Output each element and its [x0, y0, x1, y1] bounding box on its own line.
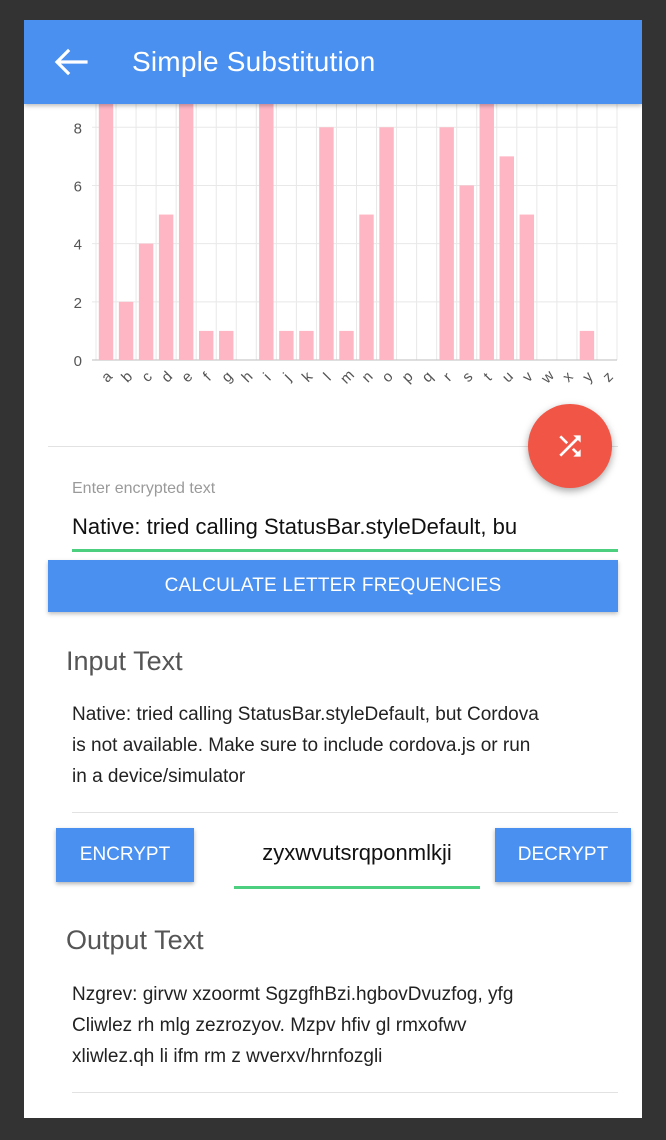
chart-bar: [359, 214, 374, 360]
chart-x-tick-label: r: [440, 369, 456, 385]
encrypted-text-input[interactable]: [72, 510, 548, 544]
output-divider: [72, 1092, 618, 1093]
chart-x-tick-label: h: [238, 368, 256, 386]
chart-bar: [579, 330, 595, 360]
calculate-frequencies-button[interactable]: CALCULATE LETTER FREQUENCIES: [48, 560, 618, 612]
chart-x-tick-label: f: [200, 369, 216, 385]
shuffle-button[interactable]: [528, 404, 612, 488]
output-text-line: Cliwlez rh mlg zezrozyov. Mzpv hfiv gl r…: [72, 1015, 467, 1036]
chart-y-tick-label: 4: [74, 237, 82, 254]
chart-x-tick-label: t: [480, 369, 496, 385]
chart-x-tick-label: l: [320, 370, 334, 384]
chart-x-tick-label: n: [359, 368, 377, 386]
chart-bar: [158, 214, 174, 360]
key-input-underline: [234, 886, 480, 889]
chart-bar: [319, 127, 334, 360]
chart-bar: [259, 104, 274, 360]
shuffle-icon: [559, 435, 581, 457]
input-text-line: is not available. Make sure to include c…: [72, 735, 531, 756]
chart-bar: [459, 185, 474, 360]
chart-x-tick-label: i: [260, 370, 274, 384]
chart-x-tick-label: o: [379, 368, 397, 386]
app-screen: Simple Substitution 0 2 4 6 8 abcdefghijklmn…: [24, 20, 642, 1118]
chart-bar: [299, 330, 314, 360]
encrypt-button[interactable]: ENCRYPT: [56, 828, 194, 882]
chart-x-tick-label: j: [280, 370, 295, 385]
chart-y-tick-label: 6: [74, 178, 82, 195]
chart-x-tick-label: s: [459, 368, 476, 385]
chart-y-tick-label: 0: [74, 353, 82, 370]
letter-frequency-chart: 0 2 4 6 8 abcdefghijklmnopqrstuvwxyz: [74, 104, 618, 388]
decrypt-button[interactable]: DECRYPT: [495, 828, 631, 882]
chart-x-tick-label: e: [178, 368, 196, 386]
chart-y-tick-label: 8: [74, 120, 82, 137]
encrypted-text-label: Enter encrypted text: [72, 480, 216, 497]
input-text-body: Native: tried calling StatusBar.styleDef…: [72, 699, 602, 792]
chart-bar: [499, 156, 515, 360]
chart-x-tick-label: u: [499, 368, 517, 386]
back-button[interactable]: [48, 42, 92, 82]
chart-x-tick-label: d: [158, 368, 176, 386]
input-divider: [72, 812, 618, 813]
page-title: Simple Substitution: [132, 46, 376, 77]
chart-bar: [339, 330, 354, 360]
chart-x-tick-label: m: [337, 367, 358, 388]
input-text-line: Native: tried calling StatusBar.styleDef…: [72, 704, 539, 725]
chart-bar: [198, 330, 214, 360]
input-text-line: in a device/simulator: [72, 766, 246, 787]
output-text-line: Nzgrev: girvw xzoormt SgzgfhBzi.hgbovDvu…: [72, 984, 514, 1005]
chart-bar: [479, 104, 494, 360]
input-text-heading: Input Text: [66, 646, 183, 676]
chart-x-tick-label: w: [537, 367, 558, 388]
arrow-left-icon: [54, 48, 88, 76]
toolbar: Simple Substitution: [24, 20, 642, 104]
chart-x-tick-label: x: [559, 368, 577, 386]
chart-x-tick-label: v: [519, 368, 537, 386]
chart-bar: [118, 301, 134, 360]
output-text-heading: Output Text: [66, 925, 204, 955]
chart-bar: [178, 104, 194, 360]
chart-x-tick-label: c: [138, 368, 156, 386]
output-text-line: xliwlez.qh li ifm rm z wverxv/hrnfozgli: [72, 1046, 383, 1067]
chart-bar: [279, 330, 294, 360]
chart-x-tick-label: k: [299, 368, 317, 386]
chart-bar: [98, 104, 114, 360]
encrypted-input-underline: [72, 549, 618, 552]
chart-x-tick-label: q: [419, 368, 437, 386]
cipher-key-input[interactable]: [234, 836, 480, 870]
chart-x-tick-label: z: [599, 368, 616, 385]
chart-y-tick-label: 2: [74, 295, 82, 312]
chart-x-tick-label: y: [579, 368, 597, 386]
chart-bar: [219, 330, 234, 360]
chart-x-tick-label: b: [118, 368, 136, 386]
chart-bar: [138, 243, 154, 360]
chart-bar: [379, 127, 394, 360]
chart-bar: [519, 214, 535, 360]
output-text-body: Nzgrev: girvw xzoormt SgzgfhBzi.hgbovDvu…: [72, 979, 602, 1072]
chart-bar: [439, 127, 454, 360]
chart-x-tick-label: g: [218, 368, 236, 386]
chart-x-tick-label: a: [98, 368, 116, 386]
chart-x-tick-label: p: [399, 368, 417, 386]
